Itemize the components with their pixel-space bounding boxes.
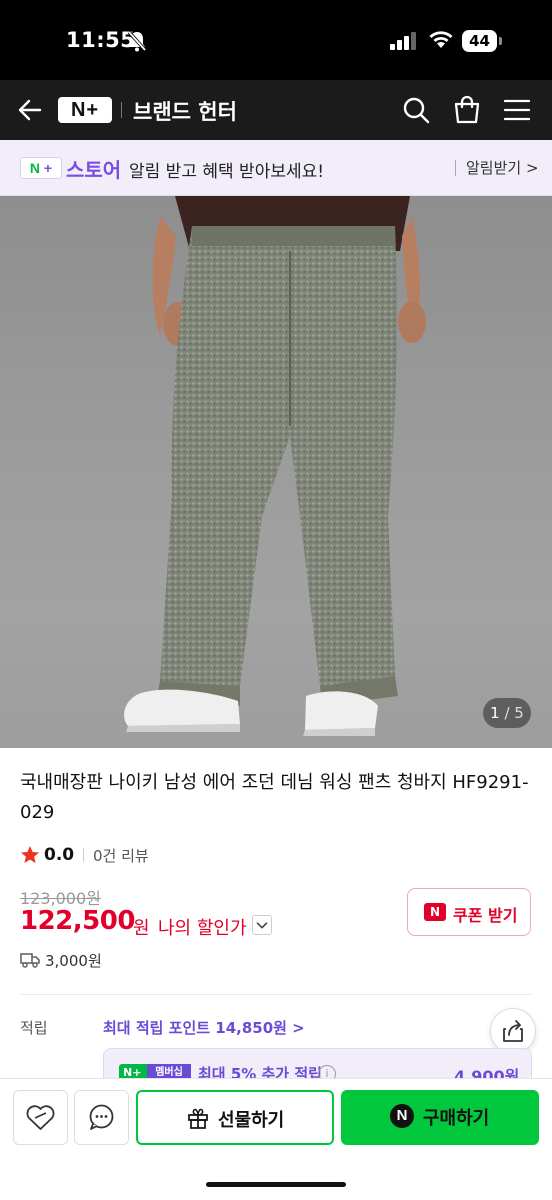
- menu-icon[interactable]: [503, 98, 531, 122]
- back-arrow-icon[interactable]: [16, 96, 44, 124]
- alert-subscribe-button[interactable]: 알림받기 >: [466, 157, 539, 178]
- nplus-logo[interactable]: N+: [58, 97, 112, 123]
- section-divider: [20, 994, 532, 995]
- currency-unit: 원: [133, 918, 150, 939]
- product-image[interactable]: 1 / 5: [0, 196, 552, 748]
- home-indicator[interactable]: [206, 1182, 346, 1187]
- signal-icon: [390, 32, 416, 50]
- battery-level: 44: [462, 30, 497, 52]
- store-banner[interactable]: N + 스토어 알림 받고 혜택 받아보세요! 알림받기 >: [0, 140, 552, 196]
- bell-off-icon: [127, 30, 147, 52]
- my-discount-label[interactable]: 나의 할인가: [158, 914, 247, 940]
- heart-icon: [26, 1105, 55, 1130]
- points-label: 적립: [20, 1019, 48, 1037]
- battery-icon: 44: [462, 30, 502, 52]
- gift-button[interactable]: 선물하기: [136, 1090, 334, 1145]
- image-current: 1: [490, 704, 500, 722]
- talk-button[interactable]: [74, 1090, 129, 1145]
- badge-n: N: [29, 160, 41, 176]
- nav-divider: [121, 102, 122, 118]
- coupon-icon: N: [424, 903, 446, 921]
- image-page-indicator: 1 / 5: [483, 698, 531, 728]
- wifi-icon: [429, 31, 453, 48]
- nav-header: N+ 브랜드 헌터: [0, 80, 552, 140]
- status-time: 11:55: [66, 28, 136, 52]
- chat-icon: [89, 1104, 114, 1130]
- wishlist-button[interactable]: [13, 1090, 68, 1145]
- badge-plus: +: [43, 160, 53, 176]
- star-icon: [21, 846, 39, 863]
- review-count-link[interactable]: 0건 리뷰: [93, 845, 149, 866]
- buy-label: 구매하기: [423, 1108, 490, 1129]
- store-name: 스토어: [66, 158, 122, 182]
- coupon-label: 쿠폰 받기: [453, 906, 518, 925]
- image-total: 5: [514, 704, 524, 722]
- image-separator: /: [499, 704, 515, 722]
- max-points-link[interactable]: 최대 적립 포인트 14,850원 >: [103, 1017, 305, 1038]
- shipping-fee: 3,000원: [45, 952, 102, 970]
- sale-price: 122,500: [20, 906, 135, 936]
- gift-icon: [188, 1108, 208, 1129]
- chevron-down-icon[interactable]: [252, 915, 272, 935]
- coupon-button[interactable]: N 쿠폰 받기: [407, 888, 531, 936]
- battery-cap: [499, 37, 502, 45]
- page-title[interactable]: 브랜드 헌터: [133, 96, 237, 126]
- gift-label: 선물하기: [218, 1110, 285, 1131]
- buy-button[interactable]: N 구매하기: [341, 1090, 539, 1145]
- bottom-action-bar: 선물하기 N 구매하기: [0, 1078, 552, 1200]
- nplus-store-badge: N +: [20, 157, 62, 179]
- review-divider: [83, 848, 84, 862]
- truck-icon: [20, 953, 40, 968]
- banner-divider: [455, 160, 456, 176]
- search-icon[interactable]: [402, 96, 430, 124]
- product-photo: [124, 196, 426, 736]
- shopping-bag-icon[interactable]: [453, 95, 481, 125]
- banner-message: 알림 받고 혜택 받아보세요!: [129, 162, 325, 182]
- rating-value: 0.0: [44, 845, 75, 865]
- naver-pay-icon: N: [390, 1104, 414, 1128]
- product-title: 국내매장판 나이키 남성 에어 조던 데님 워싱 팬츠 청바지 HF9291-0…: [20, 772, 529, 823]
- status-bar: 11:55 44: [0, 0, 552, 80]
- share-icon: [503, 1020, 523, 1042]
